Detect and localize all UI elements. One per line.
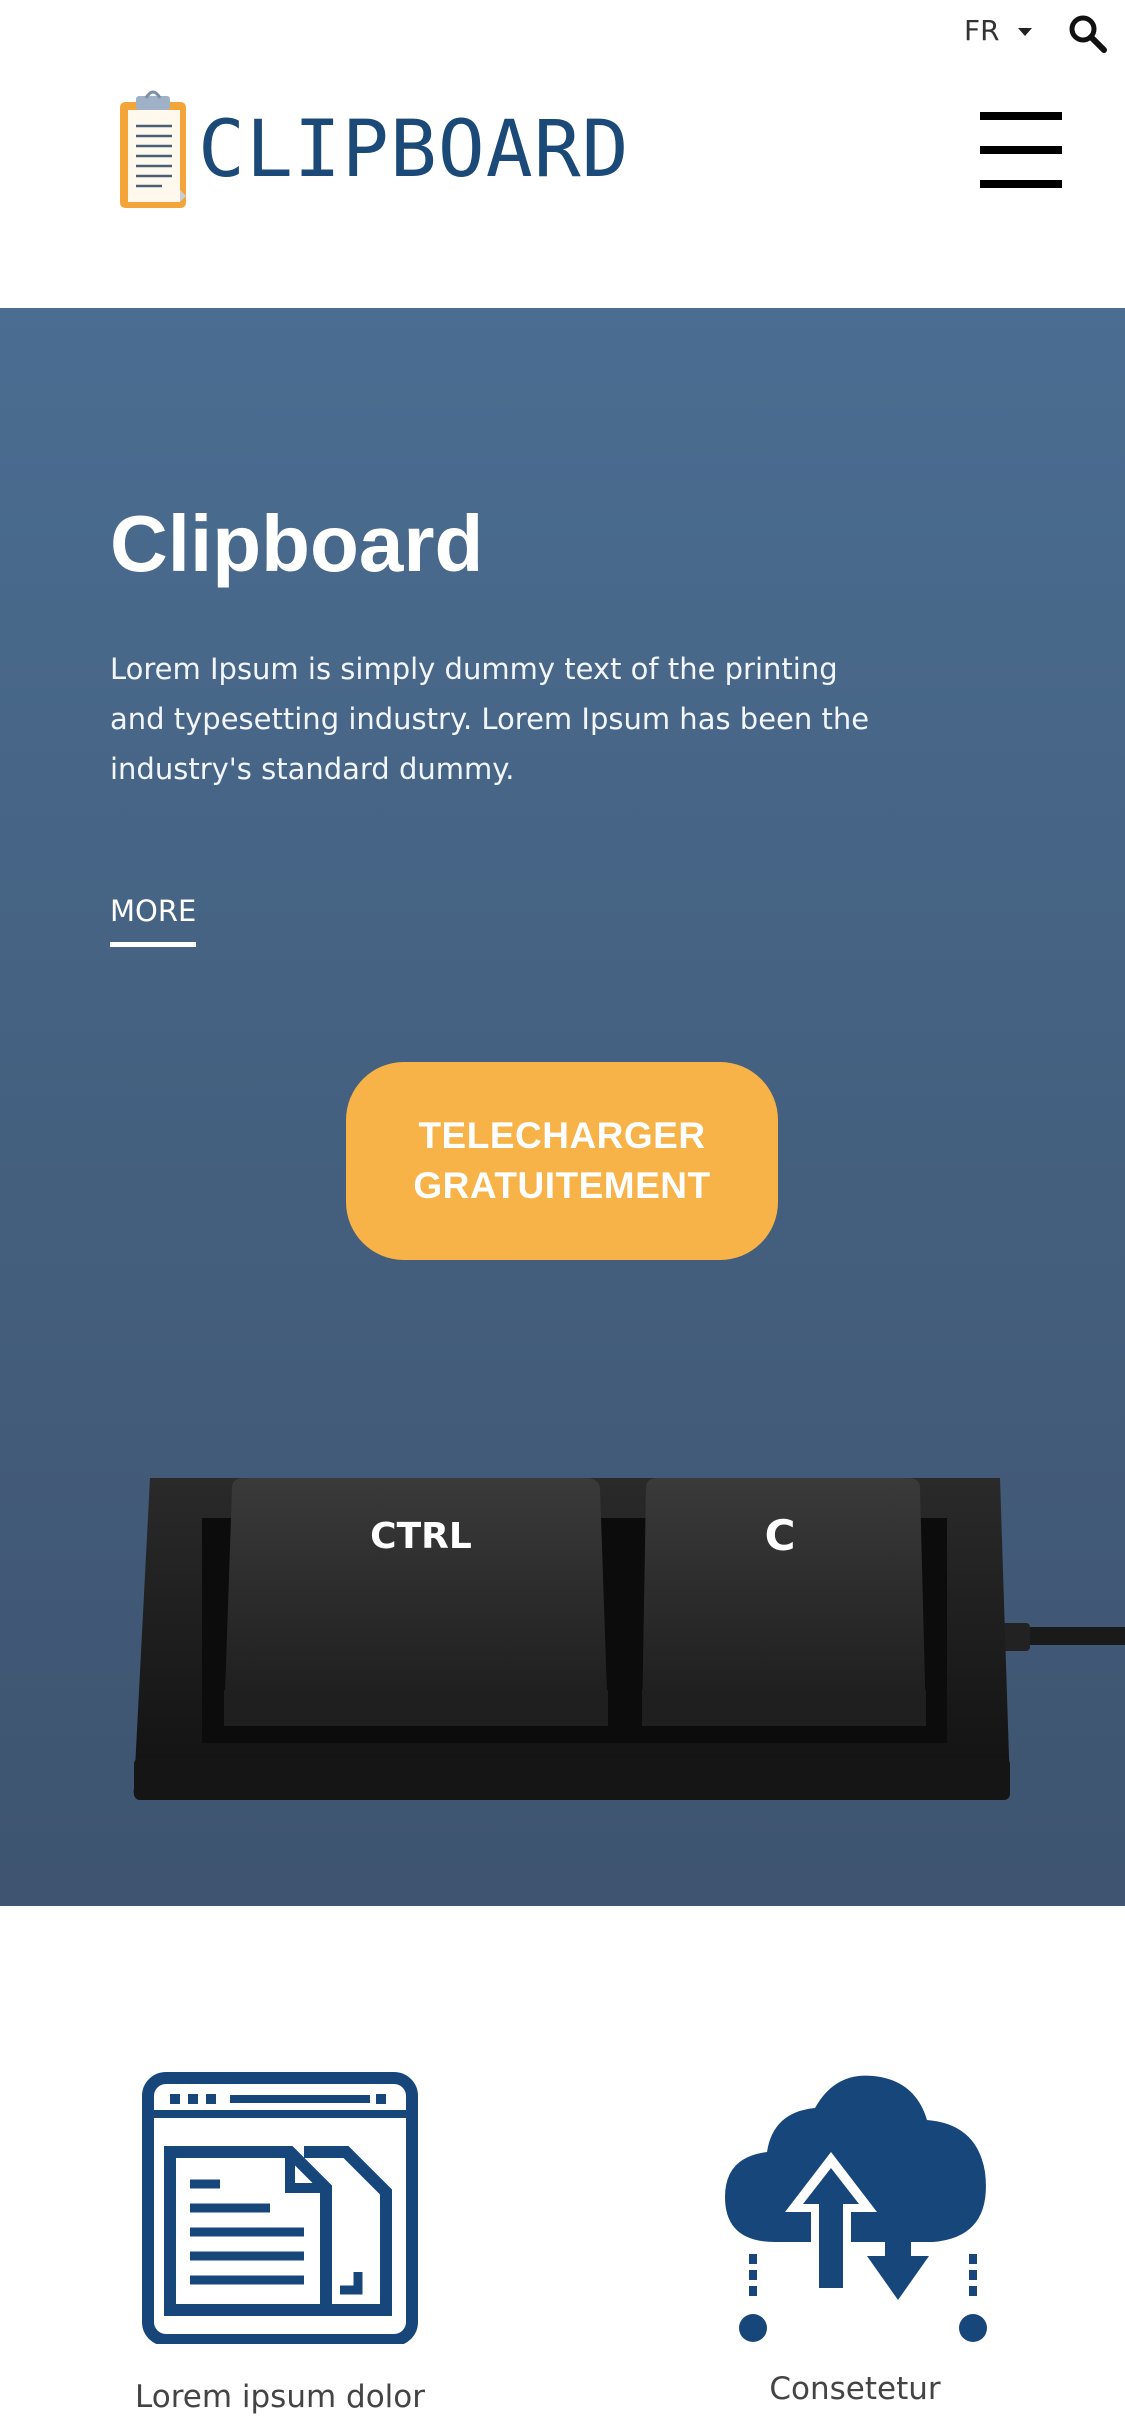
language-label: FR	[964, 14, 1000, 47]
download-button[interactable]: TELECHARGER GRATUITEMENT	[346, 1062, 778, 1260]
site-header: FR CLIPBOARD	[0, 0, 1125, 308]
feature-label: Lorem ipsum dolor	[135, 2379, 425, 2415]
more-link[interactable]: MORE	[110, 894, 197, 947]
ctrl-key-label: CTRL	[370, 1516, 472, 1557]
documents-window-icon	[142, 2072, 418, 2344]
download-button-label: TELECHARGER GRATUITEMENT	[413, 1115, 711, 1206]
ctrl-c-keyboard-image: CTRL C	[133, 1478, 1125, 1800]
clipboard-logo-icon	[120, 90, 186, 208]
hero-section: Clipboard Lorem Ipsum is simply dummy te…	[0, 308, 1125, 1906]
logo-text: CLIPBOARD	[198, 105, 630, 195]
feature-item: Consetetur	[690, 2072, 1020, 2412]
hero-description: Lorem Ipsum is simply dummy text of the …	[110, 652, 870, 786]
search-icon[interactable]	[1068, 14, 1108, 54]
feature-item: Lorem ipsum dolor	[110, 2072, 450, 2420]
hero-title: Clipboard	[110, 499, 484, 588]
chevron-down-icon	[1017, 27, 1032, 36]
logo[interactable]: CLIPBOARD	[118, 86, 630, 214]
language-selector[interactable]: FR	[964, 14, 1032, 47]
cloud-sync-icon	[725, 2075, 987, 2342]
feature-label: Consetetur	[769, 2371, 941, 2407]
hamburger-menu-icon[interactable]	[980, 112, 1062, 188]
c-key-label: C	[765, 1511, 796, 1560]
